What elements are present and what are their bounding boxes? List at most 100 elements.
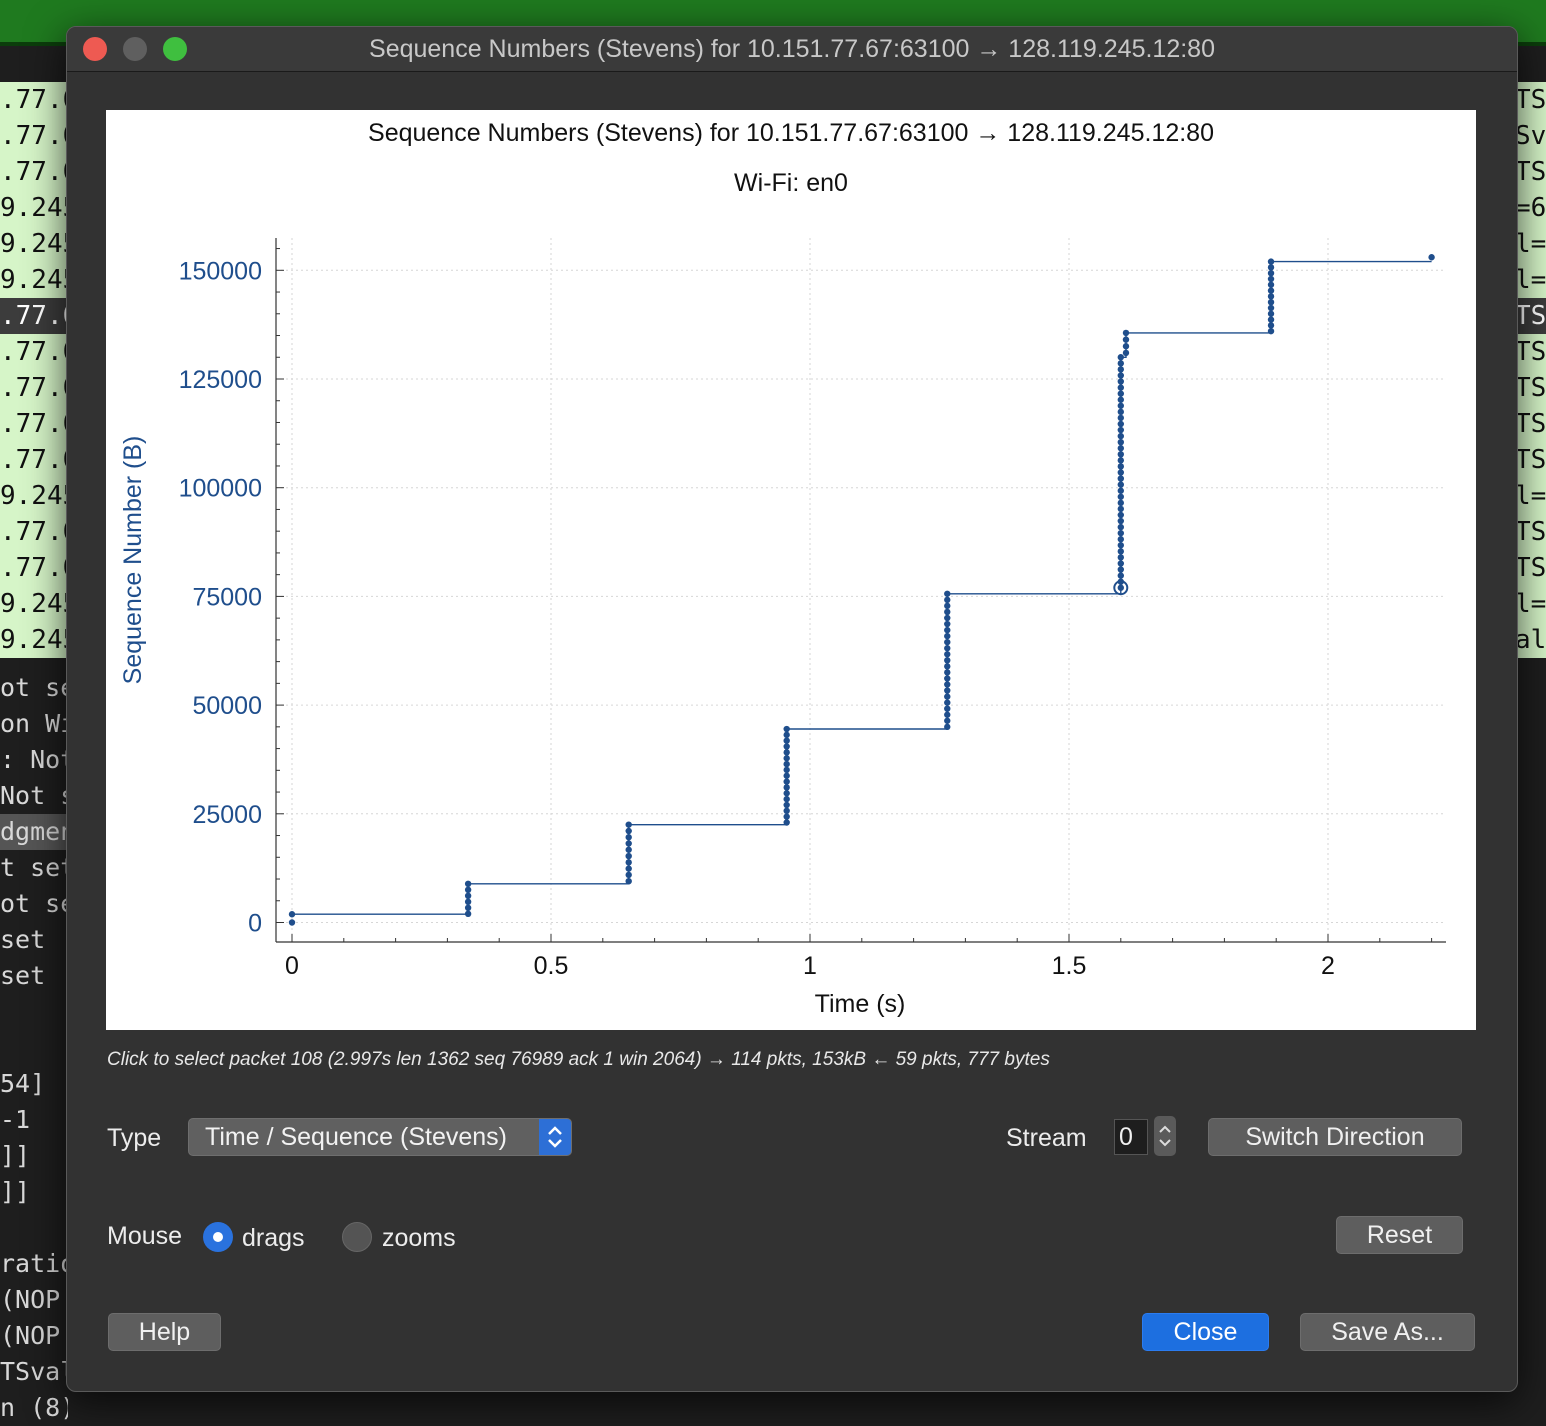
segment-point[interactable] [625, 840, 632, 847]
segment-point[interactable] [1267, 298, 1275, 306]
segment-point[interactable] [1117, 438, 1124, 446]
segment-point[interactable] [944, 681, 951, 688]
segment-point[interactable] [944, 608, 951, 616]
segment-point[interactable] [944, 705, 951, 712]
segment-point[interactable] [783, 819, 790, 826]
segment-point[interactable] [783, 790, 790, 797]
segment-point[interactable] [464, 880, 472, 888]
segment-point[interactable] [464, 892, 472, 900]
segment-point[interactable] [783, 749, 790, 756]
segment-point[interactable] [1117, 372, 1124, 379]
segment-point[interactable] [1117, 408, 1124, 416]
switch-direction-button[interactable]: Switch Direction [1208, 1118, 1462, 1156]
segment-point[interactable] [783, 778, 790, 785]
drags-radio[interactable] [203, 1222, 233, 1252]
segment-point[interactable] [1117, 572, 1124, 579]
segment-point[interactable] [944, 717, 951, 724]
segment-point[interactable] [1117, 481, 1124, 488]
segment-point[interactable] [1428, 254, 1435, 261]
segment-point[interactable] [944, 675, 951, 682]
segment-point[interactable] [1117, 366, 1124, 373]
segment-point[interactable] [783, 737, 790, 744]
segment-point[interactable] [783, 755, 790, 762]
segment-point[interactable] [625, 865, 632, 872]
sequence-graph-plot[interactable]: 0 0.5 1 1.5 2 0 25000 50000 75000 100000 125000 150… [106, 110, 1476, 1030]
segment-point[interactable] [783, 731, 790, 739]
segment-point[interactable] [1117, 396, 1124, 403]
segment-point[interactable] [1117, 463, 1124, 470]
segment-point[interactable] [1267, 287, 1275, 294]
chart-svg[interactable]: 0 0.5 1 1.5 2 0 25000 50000 75000 100000 125000 150… [106, 110, 1476, 1030]
segment-point[interactable] [944, 632, 951, 640]
segment-point[interactable] [783, 807, 790, 815]
segment-point[interactable] [1117, 445, 1124, 452]
segment-point[interactable] [1117, 390, 1124, 397]
segment-point[interactable] [783, 743, 790, 750]
segment-point[interactable] [1117, 457, 1124, 464]
segment-point[interactable] [783, 795, 790, 803]
segment-point[interactable] [1117, 378, 1124, 385]
segment-point[interactable] [288, 919, 296, 926]
segment-point[interactable] [1117, 529, 1124, 537]
segment-point[interactable] [1117, 499, 1124, 507]
segment-point[interactable] [288, 911, 296, 918]
segment-point[interactable] [1267, 310, 1275, 317]
segment-point[interactable] [783, 760, 790, 768]
segment-point[interactable] [944, 687, 951, 694]
segment-point[interactable] [783, 813, 790, 820]
segment-point[interactable] [625, 877, 632, 885]
segment-point[interactable] [944, 590, 951, 597]
segment-point[interactable] [1267, 316, 1275, 323]
segment-point[interactable] [625, 827, 632, 835]
segment-point[interactable] [1117, 414, 1124, 422]
segment-point[interactable] [1117, 402, 1124, 409]
segment-point[interactable] [1117, 517, 1124, 525]
segment-point[interactable] [625, 859, 632, 866]
segment-point[interactable] [944, 620, 951, 628]
segment-point[interactable] [1117, 584, 1124, 591]
segment-point[interactable] [944, 645, 951, 652]
segment-point[interactable] [944, 638, 951, 646]
segment-point[interactable] [464, 910, 472, 918]
segment-point[interactable] [944, 602, 951, 610]
segment-point[interactable] [1267, 281, 1275, 288]
segment-point[interactable] [1117, 432, 1124, 440]
type-select[interactable]: Time / Sequence (Stevens) [188, 1118, 572, 1156]
help-button[interactable]: Help [108, 1313, 221, 1351]
segment-point[interactable] [1117, 475, 1124, 482]
segment-point[interactable] [625, 846, 632, 853]
segment-point[interactable] [783, 766, 790, 774]
segment-point[interactable] [1122, 336, 1130, 343]
segment-point[interactable] [944, 711, 951, 718]
segment-point[interactable] [1267, 304, 1275, 312]
segment-point[interactable] [1117, 542, 1124, 549]
segment-point[interactable] [1267, 269, 1275, 277]
stream-input[interactable]: 0 [1114, 1119, 1148, 1155]
segment-point[interactable] [1117, 487, 1124, 494]
segment-point[interactable] [1267, 275, 1275, 283]
segment-point[interactable] [783, 784, 790, 791]
segment-point[interactable] [783, 801, 790, 809]
zooms-radio[interactable] [342, 1222, 372, 1252]
segment-point[interactable] [944, 657, 951, 664]
segment-point[interactable] [464, 898, 472, 906]
segment-point[interactable] [1117, 566, 1124, 573]
segment-point[interactable] [1267, 322, 1275, 329]
segment-point[interactable] [1267, 327, 1275, 335]
segment-point[interactable] [1122, 349, 1130, 357]
segment-point[interactable] [1267, 293, 1275, 300]
segment-point[interactable] [1117, 560, 1124, 567]
segment-point[interactable] [1117, 493, 1124, 500]
segment-point[interactable] [1117, 384, 1124, 391]
segment-point[interactable] [1117, 548, 1124, 555]
segment-point[interactable] [944, 723, 951, 731]
segment-point[interactable] [1117, 451, 1124, 458]
segment-point[interactable] [944, 596, 951, 604]
segment-point[interactable] [944, 693, 951, 700]
segment-point[interactable] [625, 852, 632, 860]
segment-point[interactable] [1267, 258, 1275, 265]
segment-point[interactable] [1122, 343, 1130, 350]
segment-point[interactable] [1122, 329, 1130, 337]
segment-point[interactable] [944, 669, 951, 676]
segment-point[interactable] [944, 614, 951, 622]
